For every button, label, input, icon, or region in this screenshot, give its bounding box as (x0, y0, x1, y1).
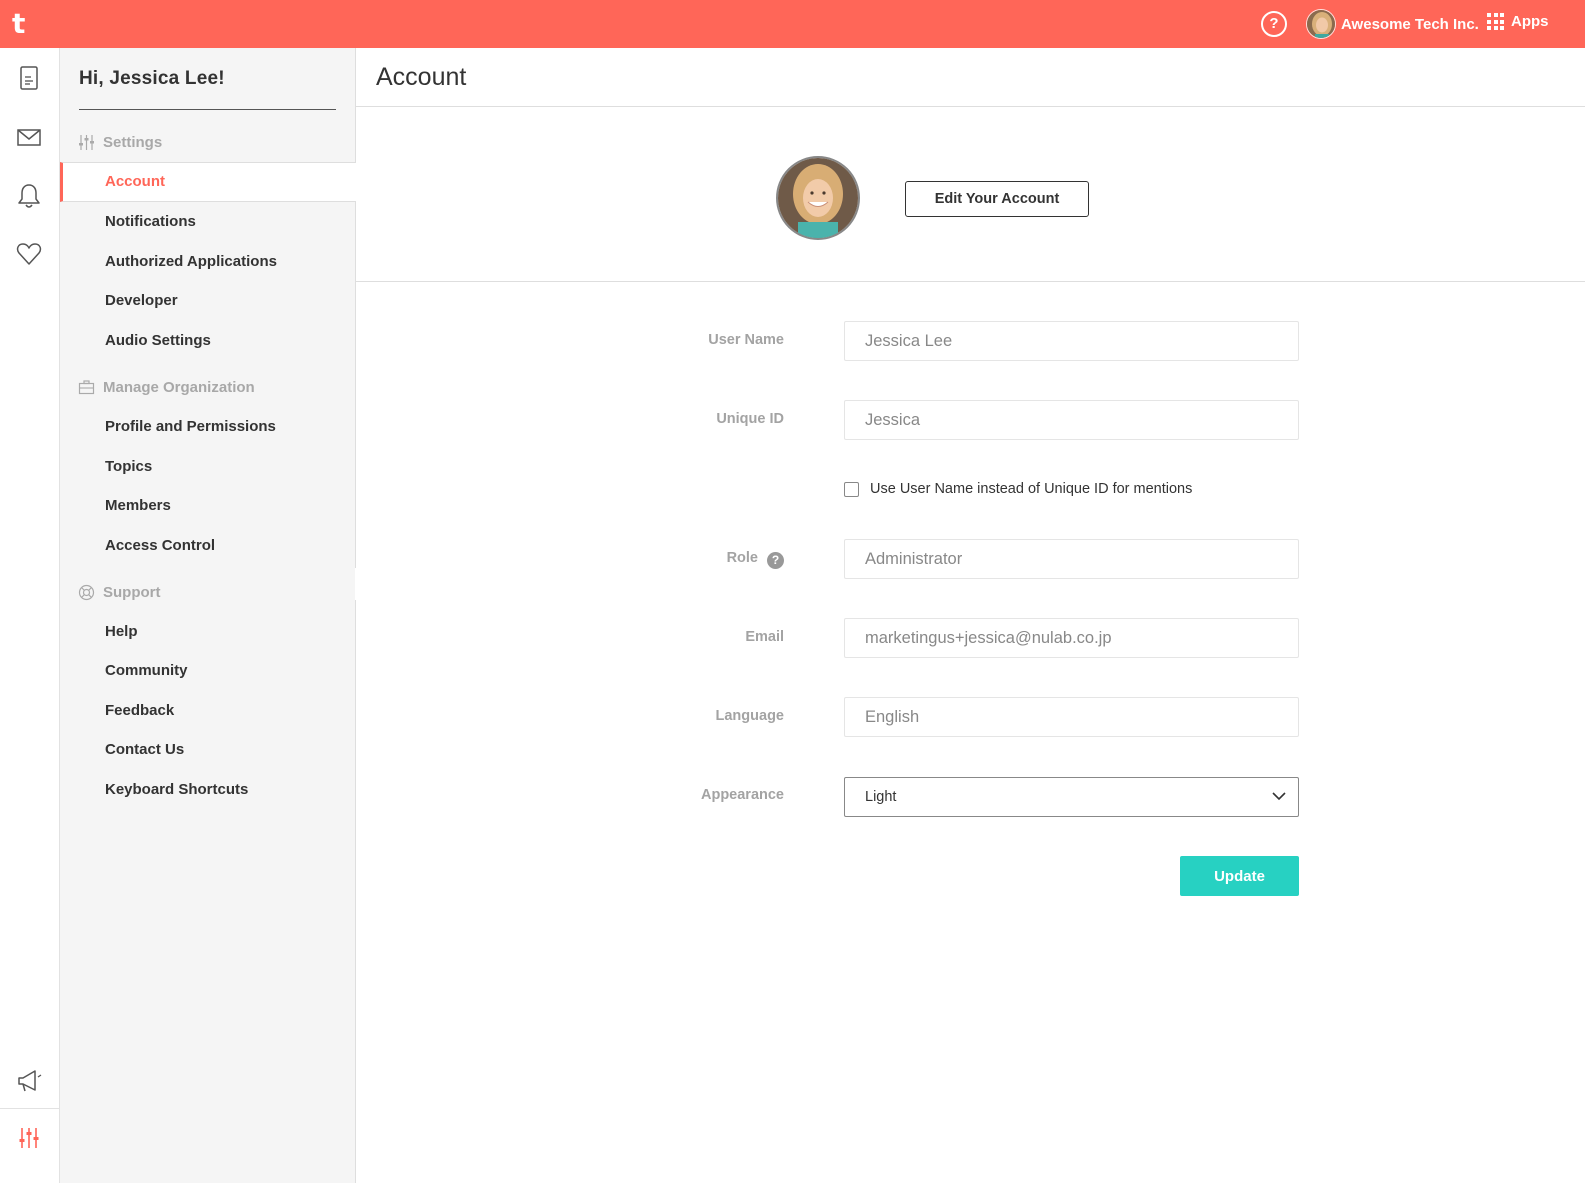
mention-checkbox[interactable] (844, 481, 859, 497)
section-settings: Settings (78, 134, 162, 151)
typetalk-logo-icon[interactable]: t (12, 9, 34, 39)
settings-sidebar: Hi, Jessica Lee! Settings Account Notifi… (60, 48, 356, 1183)
document-icon[interactable] (15, 64, 43, 92)
greeting: Hi, Jessica Lee! (79, 68, 225, 89)
appearance-label: Appearance (700, 787, 784, 803)
email-label: Email (745, 629, 784, 645)
top-bar: t ? Awesome Tech Inc. Apps (0, 0, 1585, 48)
section-divider (356, 281, 1585, 282)
mention-checkbox-label[interactable]: Use User Name instead of Unique ID for m… (870, 481, 1192, 497)
sidebar-item-developer[interactable]: Developer (105, 292, 178, 309)
lifebuoy-icon (78, 584, 95, 601)
bell-icon[interactable] (15, 182, 43, 210)
unique-id-label: Unique ID (716, 411, 784, 427)
sidebar-item-feedback[interactable]: Feedback (105, 702, 174, 719)
megaphone-icon[interactable] (15, 1066, 43, 1094)
sidebar-item-contact-us[interactable]: Contact Us (105, 741, 184, 758)
sidebar-item-profile-and-permissions[interactable]: Profile and Permissions (105, 418, 276, 435)
apps-button[interactable]: Apps (1487, 13, 1549, 30)
page-title: Account (376, 63, 467, 91)
section-title: Manage Organization (103, 379, 255, 396)
language-field[interactable]: English (844, 697, 1299, 737)
appearance-selected-value: Light (865, 789, 897, 805)
organization-switcher[interactable]: Awesome Tech Inc. (1306, 8, 1479, 40)
heart-icon[interactable] (15, 240, 43, 268)
briefcase-icon (78, 380, 95, 395)
sidebar-item-community[interactable]: Community (105, 662, 188, 679)
section-support: Support (78, 584, 161, 601)
language-label: Language (715, 708, 784, 724)
role-field[interactable]: Administrator (844, 539, 1299, 579)
organization-name: Awesome Tech Inc. (1341, 15, 1479, 33)
user-name-field[interactable]: Jessica Lee (844, 321, 1299, 361)
mention-option: Use User Name instead of Unique ID for m… (844, 481, 1192, 497)
edit-account-button[interactable]: Edit Your Account (905, 181, 1089, 217)
mail-icon[interactable] (15, 124, 43, 152)
sliders-icon[interactable] (15, 1124, 43, 1152)
greeting-divider (79, 109, 336, 110)
update-button[interactable]: Update (1180, 856, 1299, 896)
question-icon[interactable]: ? (767, 552, 784, 569)
sidebar-item-account[interactable]: Account (60, 162, 356, 202)
section-title: Support (103, 584, 161, 601)
role-label-row: Role? (584, 550, 784, 569)
account-panel: Account Edit Your Account User Name Jess… (356, 48, 1585, 1183)
sidebar-item-audio-settings[interactable]: Audio Settings (105, 332, 211, 349)
appearance-select[interactable]: Light (844, 777, 1299, 817)
section-title: Settings (103, 134, 163, 151)
grid-icon (1487, 13, 1504, 30)
chevron-down-icon (1272, 792, 1286, 801)
sidebar-item-authorized-applications[interactable]: Authorized Applications (105, 253, 277, 270)
rail-divider (0, 1108, 59, 1109)
icon-rail (0, 48, 60, 1183)
apps-label: Apps (1511, 13, 1549, 30)
email-field[interactable]: marketingus+jessica@nulab.co.jp (844, 618, 1299, 658)
profile-avatar (776, 156, 860, 240)
section-manage-organization: Manage Organization (78, 379, 255, 396)
sliders-icon (79, 135, 94, 150)
avatar (1306, 9, 1336, 39)
sidebar-item-help[interactable]: Help (105, 623, 138, 640)
unique-id-field[interactable]: Jessica (844, 400, 1299, 440)
header-divider (356, 106, 1585, 107)
role-label: Role (726, 550, 758, 566)
sidebar-item-access-control[interactable]: Access Control (105, 537, 215, 554)
help-icon[interactable]: ? (1261, 11, 1287, 37)
sidebar-item-keyboard-shortcuts[interactable]: Keyboard Shortcuts (105, 781, 248, 798)
user-name-label: User Name (708, 332, 784, 348)
sidebar-item-members[interactable]: Members (105, 497, 171, 514)
sidebar-item-notifications[interactable]: Notifications (105, 213, 196, 230)
sidebar-item-topics[interactable]: Topics (105, 458, 152, 475)
